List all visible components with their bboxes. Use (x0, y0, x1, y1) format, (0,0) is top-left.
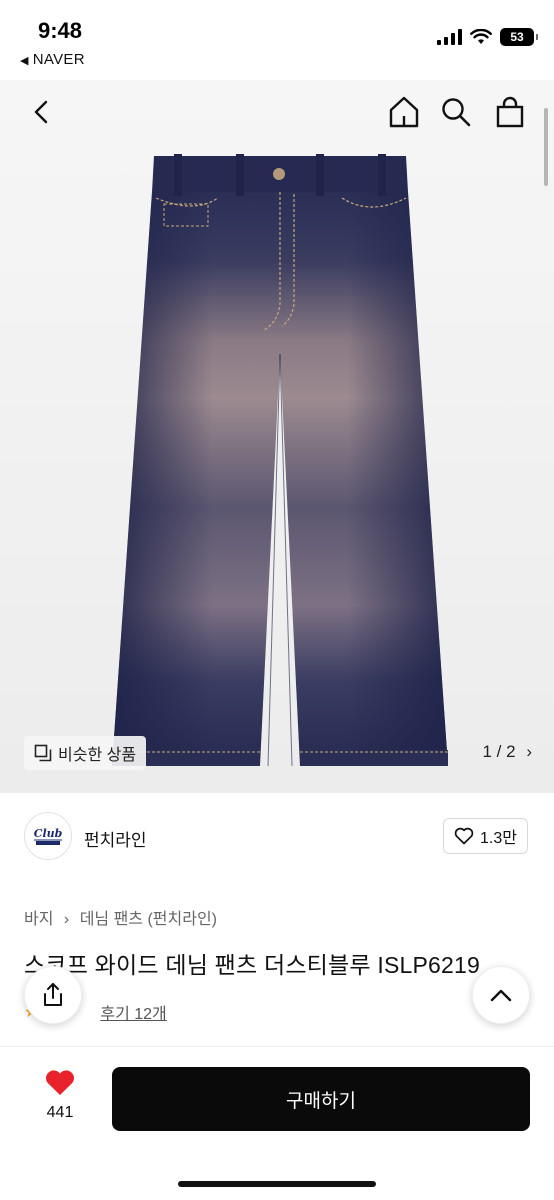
pager-text: 1 / 2 (482, 742, 516, 761)
breadcrumb-subcategory[interactable]: 데님 팬츠 (펀치라인) (80, 911, 217, 928)
wishlist-button[interactable]: 441 (36, 1069, 84, 1122)
share-button[interactable] (24, 966, 82, 1024)
breadcrumb-category[interactable]: 바지 (24, 911, 53, 928)
status-time: 9:48 (38, 18, 83, 43)
buy-button[interactable]: 구매하기 (112, 1067, 530, 1131)
shopping-bag-icon[interactable] (490, 92, 530, 132)
share-icon (44, 983, 62, 1006)
product-title: 스코프 와이드 데님 팬츠 더스티블루 ISLP6219 (24, 952, 480, 978)
brand-like-count: 1.3만 (480, 830, 517, 847)
back-to-app-link[interactable]: ◀ NAVER (20, 51, 85, 68)
brand-name[interactable]: 펀치라인 (84, 826, 147, 851)
battery-icon: 53 (500, 28, 538, 46)
brand-logo[interactable]: Club (24, 812, 72, 860)
chevron-up-icon (490, 989, 512, 1002)
back-app-label: NAVER (32, 51, 85, 68)
product-jeans-image (112, 154, 448, 767)
breadcrumb: 바지 › 데님 팬츠 (펀치라인) (24, 905, 217, 929)
brand-row: Club 펀치라인 1.3만 (0, 794, 554, 884)
system-icons: 53 (437, 28, 538, 46)
status-bar: 9:48 ◀ NAVER 53 (0, 0, 554, 80)
back-arrow-icon[interactable] (22, 92, 62, 132)
page-scrollbar[interactable] (544, 108, 548, 186)
heart-outline-icon (454, 827, 474, 845)
similar-products-button[interactable]: 비슷한 상품 (24, 736, 147, 770)
home-icon[interactable] (384, 92, 424, 132)
review-count-link[interactable]: 후기 12개 (100, 1000, 166, 1024)
scroll-to-top-button[interactable] (472, 966, 530, 1024)
home-indicator (178, 1181, 376, 1187)
product-image-area[interactable]: 비슷한 상품 1 / 2 › (0, 80, 554, 793)
breadcrumb-separator-icon: › (63, 911, 70, 928)
bottom-action-bar: 441 구매하기 (0, 1047, 554, 1200)
back-triangle-icon: ◀ (20, 55, 29, 67)
brand-like-button[interactable]: 1.3만 (443, 818, 528, 854)
search-icon[interactable] (436, 92, 476, 132)
svg-text:Club: Club (34, 827, 63, 840)
top-nav (0, 80, 554, 144)
chevron-right-icon: › (526, 742, 532, 761)
heart-filled-icon (45, 1070, 75, 1095)
similar-items-icon (34, 744, 52, 762)
similar-products-label: 비슷한 상품 (58, 747, 137, 764)
cellular-signal-icon (437, 29, 462, 45)
brand-logo-mark: Club (34, 827, 63, 845)
wishlist-count: 441 (46, 1104, 74, 1121)
image-pager[interactable]: 1 / 2 › (483, 742, 533, 762)
wifi-icon (470, 29, 492, 44)
